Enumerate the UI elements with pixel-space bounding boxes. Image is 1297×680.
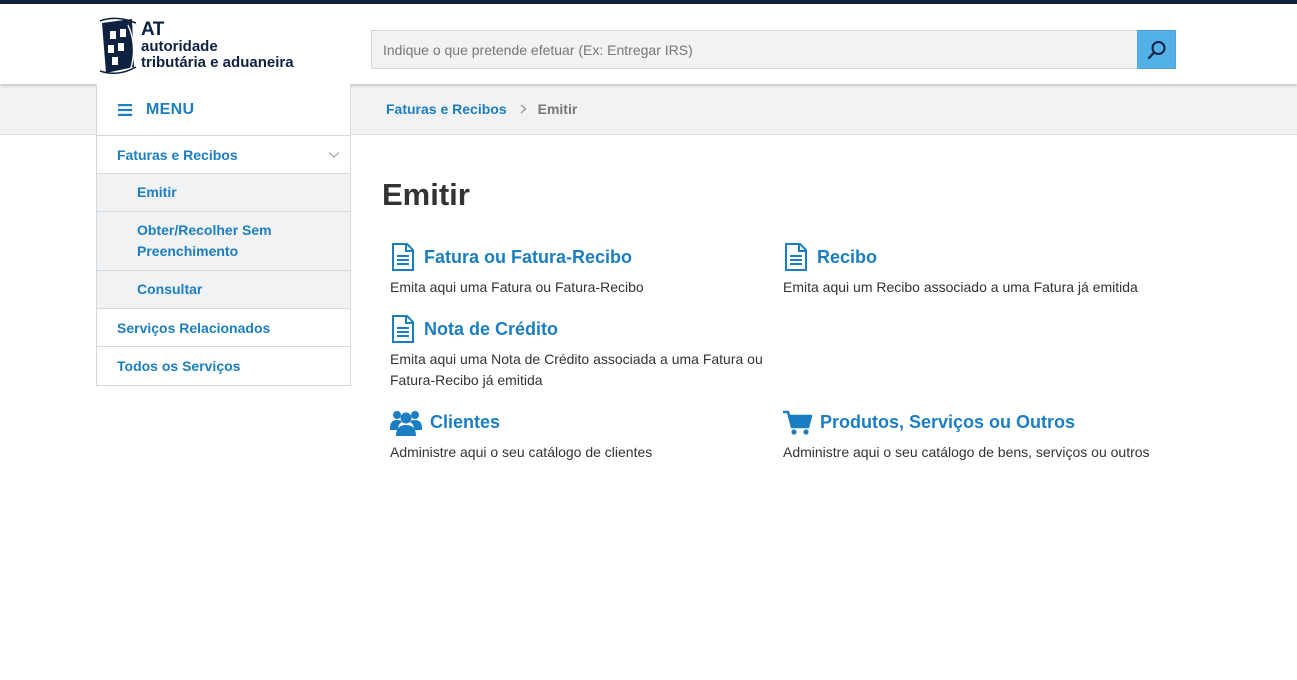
menu-label: MENU <box>146 100 195 118</box>
page-title: Emitir <box>382 177 470 212</box>
sidebar-item-consultar[interactable]: Consultar <box>97 271 350 309</box>
service-description: Emita aqui um Recibo associado a uma Fat… <box>783 279 1138 295</box>
service-title: Clientes <box>430 411 501 432</box>
search-input[interactable] <box>371 30 1137 69</box>
document-icon <box>390 243 416 271</box>
sidebar-item-todos-servicos[interactable]: Todos os Serviços <box>97 347 350 385</box>
chevron-right-icon <box>520 104 527 114</box>
service-description: Administre aqui o seu catálogo de client… <box>390 444 653 460</box>
service-title: Produtos, Serviços ou Outros <box>820 411 1076 432</box>
sidebar-item-label: Todos os Serviços <box>117 358 241 374</box>
document-icon <box>390 315 416 343</box>
service-nota-credito: Nota de Crédito Emita aqui uma Nota de C… <box>390 315 775 391</box>
sidebar-item-servicos-relacionados[interactable]: Serviços Relacionados <box>97 309 350 347</box>
brand-line-1: AT <box>141 19 164 40</box>
service-clientes: Clientes Administre aqui o seu catálogo … <box>390 408 780 463</box>
service-produtos-link[interactable]: Produtos, Serviços ou Outros <box>783 408 1173 436</box>
sidebar-menu: MENU Faturas e Recibos Emitir Obter/Reco… <box>96 84 351 386</box>
sidebar-item-label: Emitir <box>137 184 177 200</box>
menu-toggle[interactable]: MENU <box>97 84 350 136</box>
site-header: AT autoridade tributária e aduaneira <box>0 4 1297 84</box>
sidebar-item-emitir[interactable]: Emitir <box>97 174 350 212</box>
sidebar-item-label: Serviços Relacionados <box>117 319 271 336</box>
sidebar-item-obter-recolher[interactable]: Obter/Recolher Sem Preenchimento <box>97 212 350 271</box>
service-description: Emita aqui uma Fatura ou Fatura-Recibo <box>390 279 644 295</box>
users-icon <box>390 408 422 436</box>
service-title: Recibo <box>817 246 878 267</box>
coat-of-arms-icon <box>99 17 137 74</box>
service-clientes-link[interactable]: Clientes <box>390 408 780 436</box>
brand-text: AT autoridade tributária e aduaneira <box>141 19 294 71</box>
service-description: Emita aqui uma Nota de Crédito associada… <box>390 351 763 388</box>
shopping-cart-icon <box>783 408 813 436</box>
sidebar-item-label: Faturas e Recibos <box>117 146 238 163</box>
brand-line-3: tributária e aduaneira <box>141 54 294 71</box>
service-fatura-link[interactable]: Fatura ou Fatura-Recibo <box>390 243 780 271</box>
hamburger-icon <box>118 103 132 116</box>
service-title: Fatura ou Fatura-Recibo <box>424 246 633 267</box>
breadcrumb: Faturas e Recibos Emitir <box>386 101 577 117</box>
service-produtos: Produtos, Serviços ou Outros Administre … <box>783 408 1173 463</box>
sidebar-item-label: Obter/Recolher Sem Preenchimento <box>137 222 272 259</box>
service-description: Administre aqui o seu catálogo de bens, … <box>783 444 1150 460</box>
service-title: Nota de Crédito <box>424 318 559 339</box>
search-icon <box>1147 40 1165 59</box>
document-icon <box>783 243 809 271</box>
at-logo[interactable]: AT autoridade tributária e aduaneira <box>98 16 313 76</box>
service-recibo: Recibo Emita aqui um Recibo associado a … <box>783 243 1173 298</box>
breadcrumb-link-faturas[interactable]: Faturas e Recibos <box>386 101 507 117</box>
service-fatura: Fatura ou Fatura-Recibo Emita aqui uma F… <box>390 243 780 298</box>
breadcrumb-current: Emitir <box>537 101 578 117</box>
service-recibo-link[interactable]: Recibo <box>783 243 1173 271</box>
search-bar <box>371 30 1176 69</box>
sidebar-item-faturas-recibos[interactable]: Faturas e Recibos <box>97 136 350 174</box>
service-nota-credito-link[interactable]: Nota de Crédito <box>390 315 775 343</box>
brand-line-2: autoridade <box>141 38 218 55</box>
search-button[interactable] <box>1137 30 1176 69</box>
sidebar-item-label: Consultar <box>137 281 203 297</box>
chevron-down-icon <box>328 151 340 158</box>
